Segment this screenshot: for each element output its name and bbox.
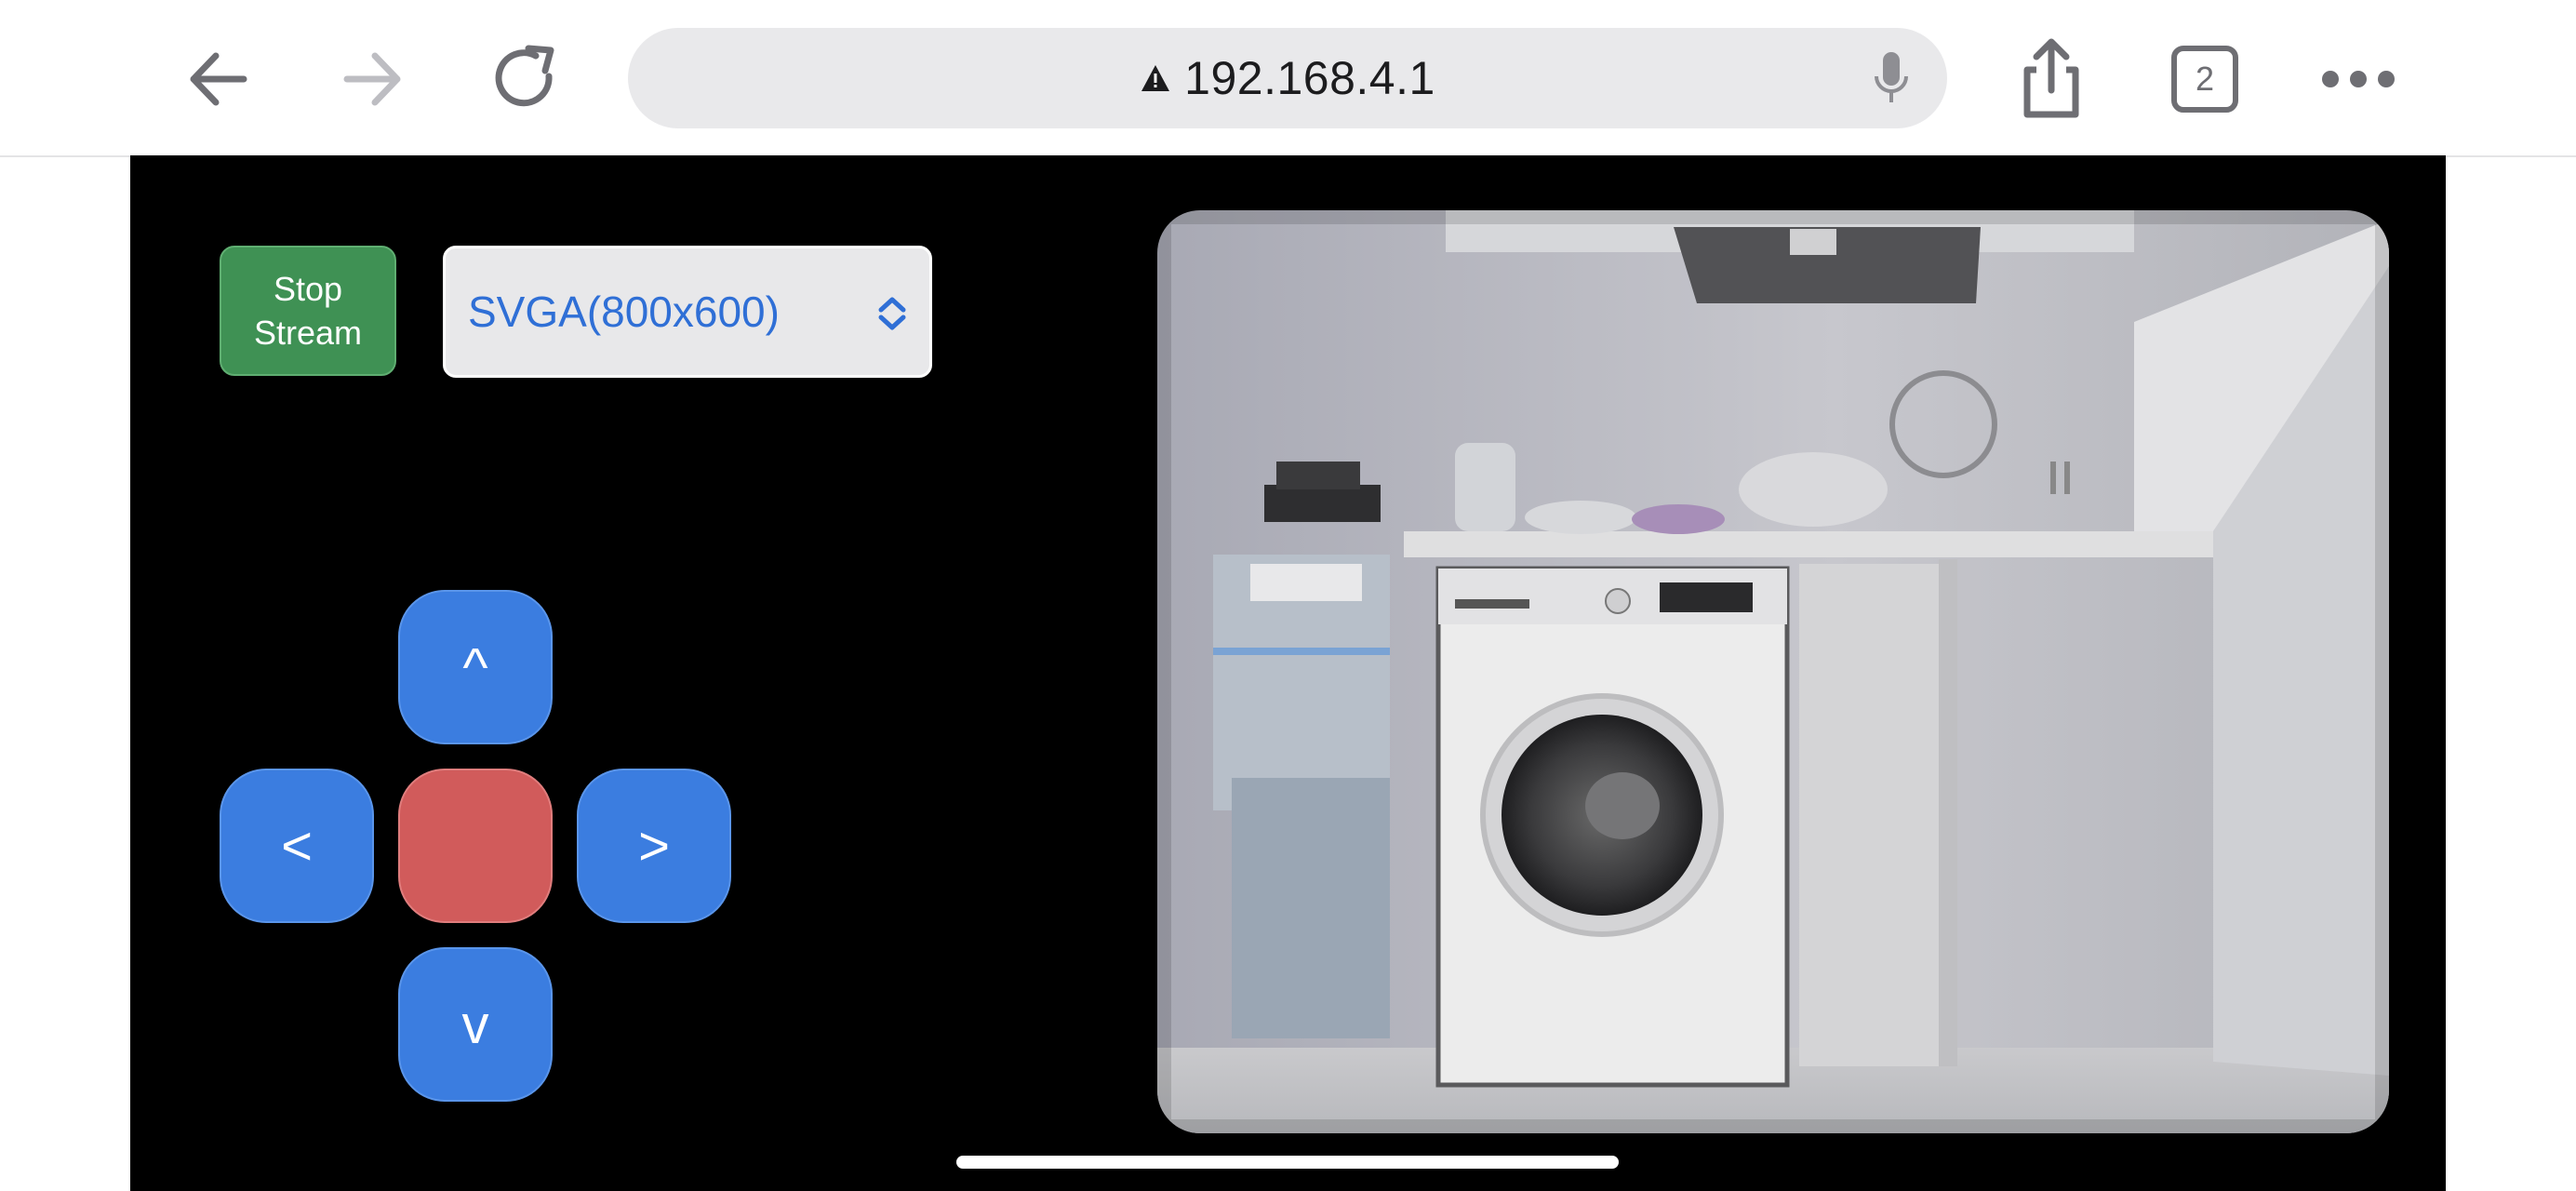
move-right-button[interactable]: > bbox=[577, 769, 731, 923]
stop-motion-button[interactable] bbox=[398, 769, 553, 923]
reload-icon bbox=[495, 45, 554, 107]
stop-stream-button[interactable]: Stop Stream bbox=[220, 246, 396, 376]
move-up-button[interactable]: ^ bbox=[398, 590, 553, 744]
tabs-button[interactable]: 2 bbox=[2163, 37, 2247, 121]
select-chevron-icon bbox=[878, 297, 906, 330]
more-button[interactable] bbox=[2312, 37, 2405, 121]
microphone-button[interactable] bbox=[1863, 48, 1919, 108]
microphone-icon bbox=[1875, 52, 1908, 102]
resolution-select[interactable]: SVGA(800x600) bbox=[443, 246, 932, 378]
stop-stream-label-line1: Stop bbox=[273, 270, 343, 308]
move-left-button[interactable]: < bbox=[220, 769, 374, 923]
back-button[interactable] bbox=[177, 37, 260, 121]
resolution-selected-value: SVGA(800x600) bbox=[468, 288, 780, 336]
stop-stream-label: Stop Stream bbox=[254, 267, 362, 355]
tabs-count: 2 bbox=[2195, 60, 2215, 98]
warning-triangle-icon bbox=[1141, 65, 1170, 91]
forward-arrow-icon bbox=[343, 52, 401, 106]
address-bar[interactable]: 192.168.4.1 bbox=[628, 28, 1947, 128]
reload-button[interactable] bbox=[484, 37, 567, 121]
browser-toolbar: 192.168.4.1 2 bbox=[0, 0, 2576, 157]
move-down-button[interactable]: v bbox=[398, 947, 553, 1102]
back-arrow-icon bbox=[190, 52, 247, 106]
stop-stream-label-line2: Stream bbox=[253, 314, 363, 352]
camera-control-page: Stop Stream SVGA(800x600) ^ < > v bbox=[130, 155, 2446, 1191]
url-text: 192.168.4.1 bbox=[1184, 52, 1435, 104]
share-icon bbox=[2023, 38, 2079, 118]
share-button[interactable] bbox=[2009, 32, 2093, 125]
home-indicator bbox=[956, 1156, 1619, 1169]
camera-stream-image bbox=[1157, 210, 2389, 1133]
address-center: 192.168.4.1 bbox=[628, 28, 1947, 128]
more-dots-icon bbox=[2322, 71, 2395, 87]
forward-button[interactable] bbox=[330, 37, 414, 121]
